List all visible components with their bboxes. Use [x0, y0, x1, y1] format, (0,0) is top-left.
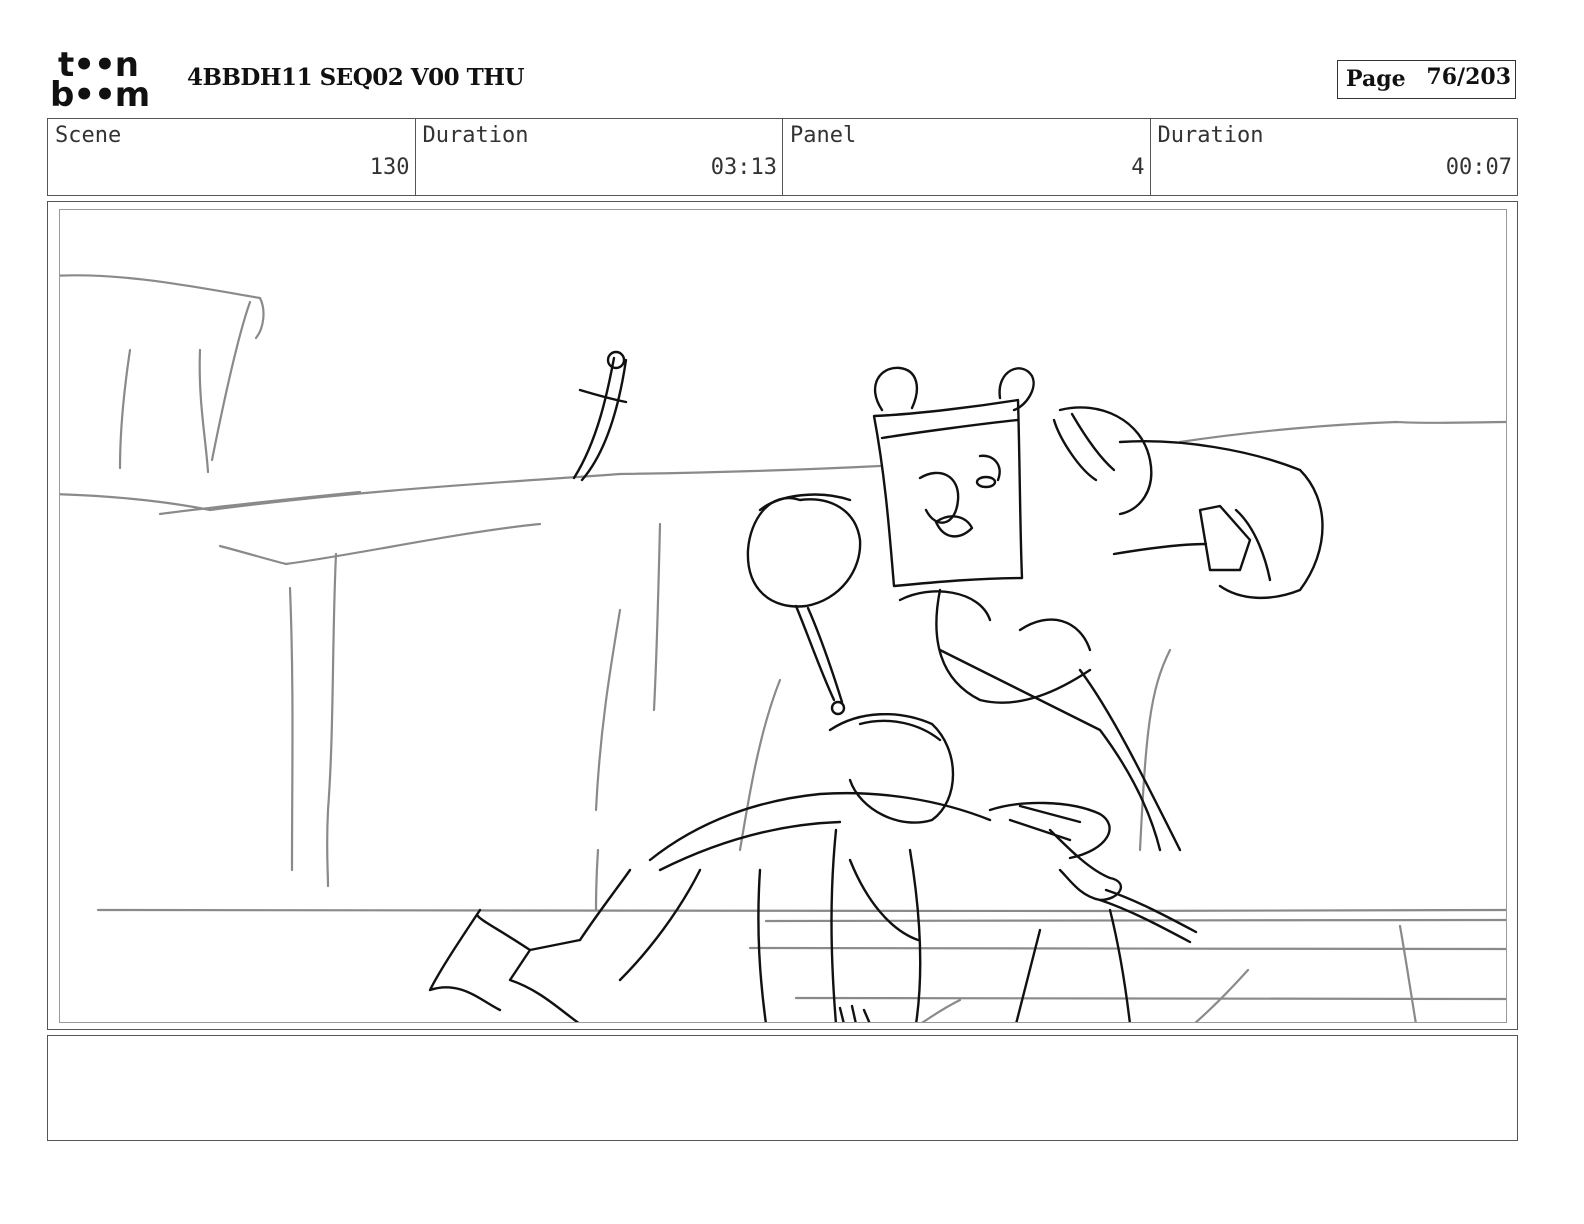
scene-duration-value: 03:13	[710, 155, 777, 180]
panel-notes-box	[47, 1035, 1518, 1141]
toonboom-logo: t••n b••m	[50, 48, 162, 115]
scene-value: 130	[369, 155, 410, 180]
panel-info-table: Scene 130 Duration 03:13 Panel 4 Duratio…	[47, 118, 1518, 196]
scene-duration-cell: Duration 03:13	[416, 119, 783, 195]
panel-cell: Panel 4	[783, 119, 1151, 195]
scene-label: Scene	[55, 123, 122, 148]
character-sketch	[428, 350, 1324, 1022]
panel-label: Panel	[790, 123, 857, 148]
logo-text-bottom: b••m	[50, 75, 150, 115]
document-title: 4BBDH11 SEQ02 V00 THU	[187, 64, 525, 91]
scene-duration-label: Duration	[422, 123, 529, 148]
panel-duration-label: Duration	[1157, 123, 1264, 148]
panel-value: 4	[1131, 155, 1145, 180]
storyboard-panel-image	[59, 209, 1507, 1023]
page-label: Page	[1346, 66, 1406, 92]
panel-duration-value: 00:07	[1445, 155, 1512, 180]
storyboard-sketch-icon	[60, 274, 1506, 1022]
panel-duration-cell: Duration 00:07	[1151, 119, 1518, 195]
page-indicator: Page 76/203	[1337, 60, 1516, 99]
page-number: 76/203	[1426, 64, 1511, 90]
scene-cell: Scene 130	[48, 119, 416, 195]
background-sketch	[60, 274, 1506, 1022]
